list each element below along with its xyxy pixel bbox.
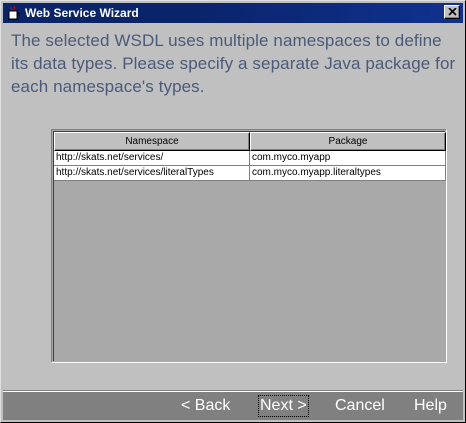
cancel-button[interactable]: Cancel	[335, 395, 385, 417]
next-button[interactable]: Next >	[258, 395, 309, 417]
namespace-cell[interactable]: http://skats.net/services/	[54, 151, 250, 166]
column-header-namespace[interactable]: Namespace	[54, 132, 250, 151]
help-button[interactable]: Help	[414, 395, 447, 417]
namespace-cell[interactable]: http://skats.net/services/literalTypes	[54, 166, 250, 181]
window-title: Web Service Wizard	[25, 6, 139, 20]
button-bar: < Back Next > Cancel Help	[3, 392, 463, 420]
table-row[interactable]: http://skats.net/services/literalTypes c…	[54, 166, 446, 181]
table-header: Namespace Package	[54, 132, 446, 151]
instructions-text: The selected WSDL uses multiple namespac…	[11, 31, 456, 96]
close-button[interactable]	[444, 5, 460, 19]
java-cup-icon	[6, 5, 22, 21]
table-row[interactable]: http://skats.net/services/ com.myco.myap…	[54, 151, 446, 166]
package-cell[interactable]: com.myco.myapp.literaltypes	[250, 166, 446, 181]
close-icon	[448, 8, 457, 16]
table-viewport: Namespace Package http://skats.net/servi…	[53, 131, 446, 361]
namespace-table: Namespace Package http://skats.net/servi…	[51, 129, 447, 363]
title-bar[interactable]: Web Service Wizard	[3, 3, 463, 23]
wizard-window: Web Service Wizard The selected WSDL use…	[0, 0, 466, 423]
back-button[interactable]: < Back	[181, 395, 230, 417]
column-header-package[interactable]: Package	[250, 132, 446, 151]
package-cell[interactable]: com.myco.myapp	[250, 151, 446, 166]
